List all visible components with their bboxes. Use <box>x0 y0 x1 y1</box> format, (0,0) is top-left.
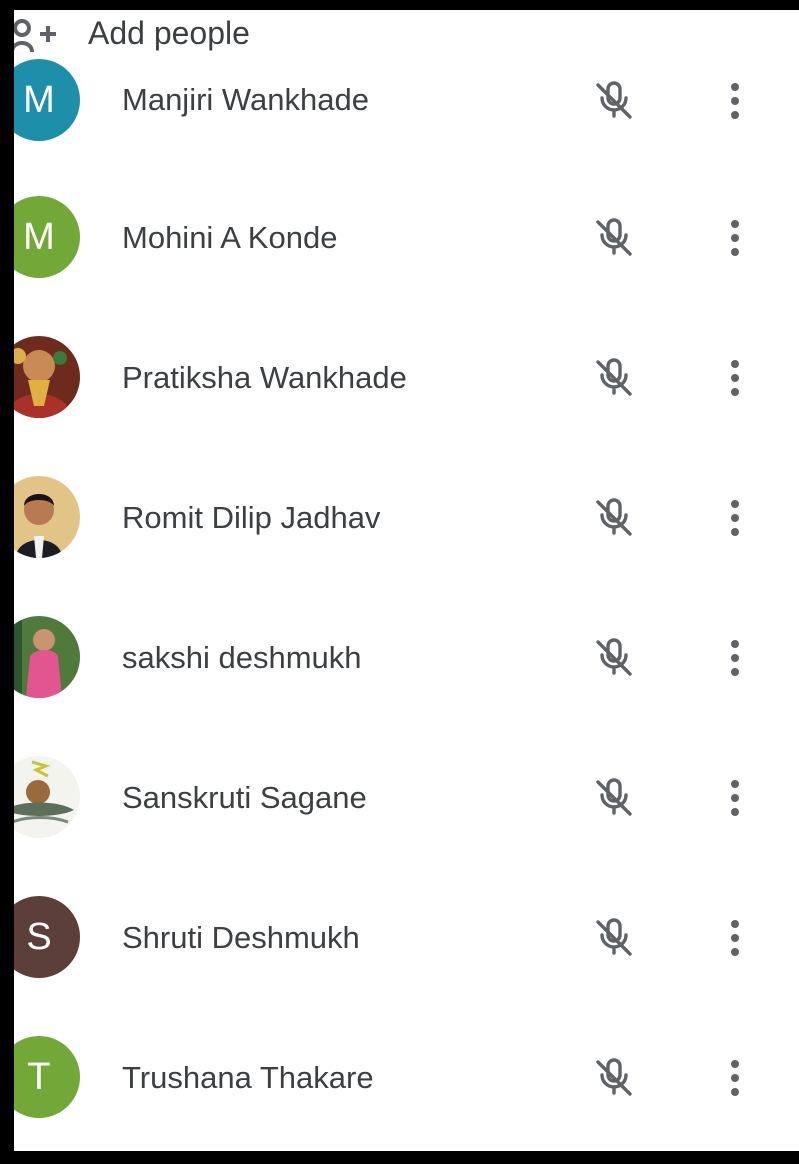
participants-panel: Add people M Manjiri Wankhade M Mohini A… <box>14 10 799 1151</box>
more-options-icon[interactable] <box>720 636 750 680</box>
mic-off-icon[interactable] <box>592 916 636 960</box>
more-options-icon[interactable] <box>720 1056 750 1100</box>
participant-name: Trushana Thakare <box>122 1060 374 1095</box>
avatar-initial: M <box>23 78 55 121</box>
participant-avatar-photo <box>14 476 80 558</box>
more-options-icon[interactable] <box>720 496 750 540</box>
participant-avatar-photo <box>14 336 80 418</box>
participant-avatar: M <box>14 59 80 141</box>
participant-name: Mohini A Konde <box>122 220 338 255</box>
participant-avatar-photo <box>14 756 80 838</box>
participant-name: Manjiri Wankhade <box>122 82 369 117</box>
mic-off-icon[interactable] <box>592 79 636 123</box>
participant-avatar: M <box>14 196 80 278</box>
participant-name: sakshi deshmukh <box>122 640 362 675</box>
participant-name: Pratiksha Wankhade <box>122 360 407 395</box>
participant-avatar: T <box>14 1036 80 1118</box>
mic-off-icon[interactable] <box>592 1056 636 1100</box>
more-options-icon[interactable] <box>720 916 750 960</box>
participant-avatar-photo <box>14 616 80 698</box>
participant-row[interactable]: M Mohini A Konde <box>14 167 799 307</box>
mic-off-icon[interactable] <box>592 356 636 400</box>
participant-row[interactable]: S Shruti Deshmukh <box>14 867 799 1007</box>
more-options-icon[interactable] <box>720 216 750 260</box>
avatar-initial: S <box>26 915 52 958</box>
more-options-icon[interactable] <box>720 356 750 400</box>
mic-off-icon[interactable] <box>592 216 636 260</box>
participant-row[interactable]: Romit Dilip Jadhav <box>14 447 799 587</box>
participant-row[interactable]: M Manjiri Wankhade <box>14 37 799 177</box>
participant-name: Romit Dilip Jadhav <box>122 500 381 535</box>
participant-row[interactable]: T Trushana Thakare <box>14 1007 799 1147</box>
avatar-initial: T <box>27 1055 51 1098</box>
participant-avatar: S <box>14 896 80 978</box>
avatar-initial: M <box>23 215 55 258</box>
participant-row[interactable]: Sanskruti Sagane <box>14 727 799 867</box>
participant-row[interactable]: Pratiksha Wankhade <box>14 307 799 447</box>
participant-name: Sanskruti Sagane <box>122 780 367 815</box>
mic-off-icon[interactable] <box>592 496 636 540</box>
participant-name: Shruti Deshmukh <box>122 920 360 955</box>
window-border-bottom <box>0 1151 799 1164</box>
more-options-icon[interactable] <box>720 776 750 820</box>
mic-off-icon[interactable] <box>592 776 636 820</box>
participant-row[interactable]: sakshi deshmukh <box>14 587 799 727</box>
more-options-icon[interactable] <box>720 79 750 123</box>
mic-off-icon[interactable] <box>592 636 636 680</box>
